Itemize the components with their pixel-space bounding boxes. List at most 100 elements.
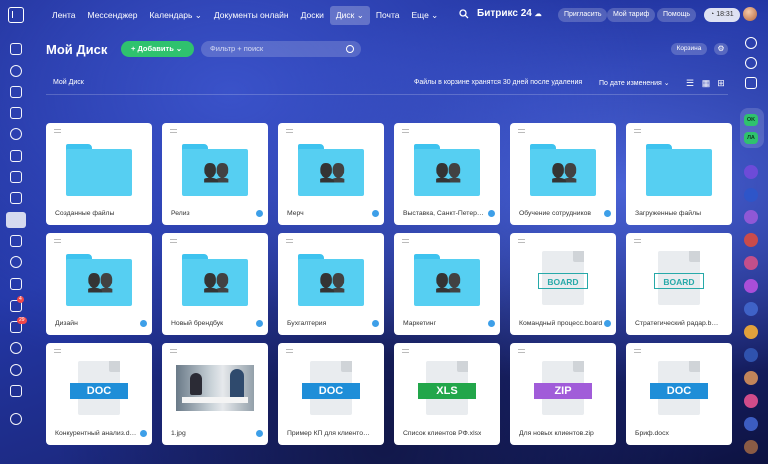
nav-item-disk[interactable]: Диск ⌄ [329, 5, 370, 25]
file-card[interactable]: DOC Бриф.docx [626, 343, 732, 445]
add-button-label: Добавить [137, 44, 174, 53]
drag-handle-icon[interactable] [634, 349, 641, 353]
checklist-icon[interactable] [10, 278, 22, 290]
sidebar-toggle-icon[interactable] [8, 7, 24, 23]
xls-file-icon: XLS [418, 361, 476, 415]
feed-icon[interactable] [10, 65, 22, 77]
file-card[interactable]: DOC Пример КП для клиентов.docx [278, 343, 384, 445]
nav-item-feed[interactable]: Лента [46, 6, 82, 24]
contact-center-icon[interactable] [10, 342, 22, 354]
chat-avatar[interactable] [744, 371, 758, 385]
drag-handle-icon[interactable] [170, 129, 177, 133]
chat-avatar[interactable] [744, 417, 758, 431]
file-card[interactable]: 👥 Дизайн [46, 233, 152, 335]
shared-indicator-icon [256, 210, 263, 217]
chat-avatar[interactable] [744, 165, 758, 179]
file-card[interactable]: 👥 Маркетинг [394, 233, 500, 335]
target-icon[interactable] [10, 364, 22, 376]
gear-icon[interactable]: ⚙ [714, 43, 728, 55]
drag-handle-icon[interactable] [634, 129, 641, 133]
drag-handle-icon[interactable] [518, 349, 525, 353]
work-day-clock[interactable]: ◔ 18:31 [704, 8, 740, 22]
breadcrumb[interactable]: Мой Диск [53, 79, 84, 86]
nav-item-messenger[interactable]: Мессенджер [82, 6, 144, 24]
search-input[interactable]: Фильтр + поиск [201, 41, 361, 57]
disk-icon[interactable] [6, 212, 26, 228]
grid-view-icon[interactable]: ▦ [701, 78, 711, 88]
search-icon[interactable] [346, 45, 354, 53]
file-card[interactable]: 👥 Бухгалтерия [278, 233, 384, 335]
docs-icon[interactable] [10, 171, 22, 183]
chat-tag-ok[interactable]: OK [744, 114, 758, 126]
nav-item-boards[interactable]: Доски [295, 6, 330, 24]
invite-button[interactable]: Пригласить [558, 8, 608, 22]
nav-item-docs-online[interactable]: Документы онлайн [208, 6, 295, 24]
cart-icon[interactable] [10, 385, 22, 397]
tile-view-icon[interactable]: ⊞ [716, 78, 726, 88]
at-icon[interactable] [745, 57, 757, 69]
nav-item-more[interactable]: Еще ⌄ [406, 6, 445, 25]
messages-icon[interactable] [745, 77, 757, 89]
drag-handle-icon[interactable] [286, 239, 293, 243]
my-plan-button[interactable]: Мой тариф [607, 8, 656, 22]
chat-icon[interactable] [10, 86, 22, 98]
drag-handle-icon[interactable] [54, 349, 61, 353]
drag-handle-icon[interactable] [402, 349, 409, 353]
chat-avatar[interactable] [744, 256, 758, 270]
chat-tag-la[interactable]: ЛА [744, 132, 758, 144]
file-card[interactable]: BOARD Стратегический радар.board [626, 233, 732, 335]
chat-avatar[interactable] [744, 233, 758, 247]
tasks-icon[interactable] [10, 107, 22, 119]
boards-icon[interactable] [10, 192, 22, 204]
chat-avatar[interactable] [744, 394, 758, 408]
chat-avatar[interactable] [744, 440, 758, 454]
file-card[interactable]: XLS Список клиентов РФ.xlsx [394, 343, 500, 445]
calendar-icon[interactable] [10, 150, 22, 162]
settings-icon[interactable] [10, 413, 22, 425]
drag-handle-icon[interactable] [54, 129, 61, 133]
file-card[interactable]: 👥 Новый брендбук [162, 233, 268, 335]
drag-handle-icon[interactable] [54, 239, 61, 243]
sort-select[interactable]: По дате изменения ⌄ [599, 79, 670, 87]
drag-handle-icon[interactable] [170, 239, 177, 243]
bell-icon[interactable] [745, 37, 757, 49]
add-button[interactable]: + Добавить ⌄ [121, 41, 194, 57]
chat-avatar[interactable] [744, 188, 758, 202]
chat-avatar[interactable] [744, 279, 758, 293]
file-card[interactable]: ZIP Для новых клиентов.zip [510, 343, 616, 445]
sort-select-label: По дате изменения [599, 80, 662, 87]
drag-handle-icon[interactable] [286, 129, 293, 133]
home-icon[interactable] [10, 43, 22, 55]
chat-avatar[interactable] [744, 302, 758, 316]
search-icon[interactable] [459, 9, 469, 19]
file-card[interactable]: 👥 Мерч [278, 123, 384, 225]
drag-handle-icon[interactable] [286, 349, 293, 353]
file-card[interactable]: Созданные файлы [46, 123, 152, 225]
file-card[interactable]: BOARD Командный процесс.board [510, 233, 616, 335]
crm-icon[interactable] [10, 128, 22, 140]
drag-handle-icon[interactable] [634, 239, 641, 243]
chat-avatar[interactable] [744, 210, 758, 224]
groups-icon[interactable] [10, 256, 22, 268]
help-button[interactable]: Помощь [657, 8, 697, 22]
drag-handle-icon[interactable] [518, 129, 525, 133]
file-card[interactable]: DOC Конкурентный анализ.docx [46, 343, 152, 445]
file-card[interactable]: 1.jpg [162, 343, 268, 445]
chat-avatar[interactable] [744, 325, 758, 339]
drag-handle-icon[interactable] [402, 129, 409, 133]
file-card[interactable]: 👥 Обучение сотрудников [510, 123, 616, 225]
trash-button[interactable]: Корзина [671, 43, 707, 55]
file-card[interactable]: Загруженные файлы [626, 123, 732, 225]
list-view-icon[interactable]: ☰ [685, 78, 695, 88]
file-card[interactable]: 👥 Релиз [162, 123, 268, 225]
file-card[interactable]: 👥 Выставка, Санкт-Петербург [394, 123, 500, 225]
user-avatar[interactable] [743, 7, 757, 21]
nav-item-mail[interactable]: Почта [370, 6, 406, 24]
drag-handle-icon[interactable] [402, 239, 409, 243]
nav-item-calendar[interactable]: Календарь ⌄ [143, 6, 207, 25]
drag-handle-icon[interactable] [170, 349, 177, 353]
chat-avatar[interactable] [744, 348, 758, 362]
mail-icon[interactable] [10, 235, 22, 247]
portal-title[interactable]: Битрикс 24 ☁ [477, 8, 542, 19]
drag-handle-icon[interactable] [518, 239, 525, 243]
